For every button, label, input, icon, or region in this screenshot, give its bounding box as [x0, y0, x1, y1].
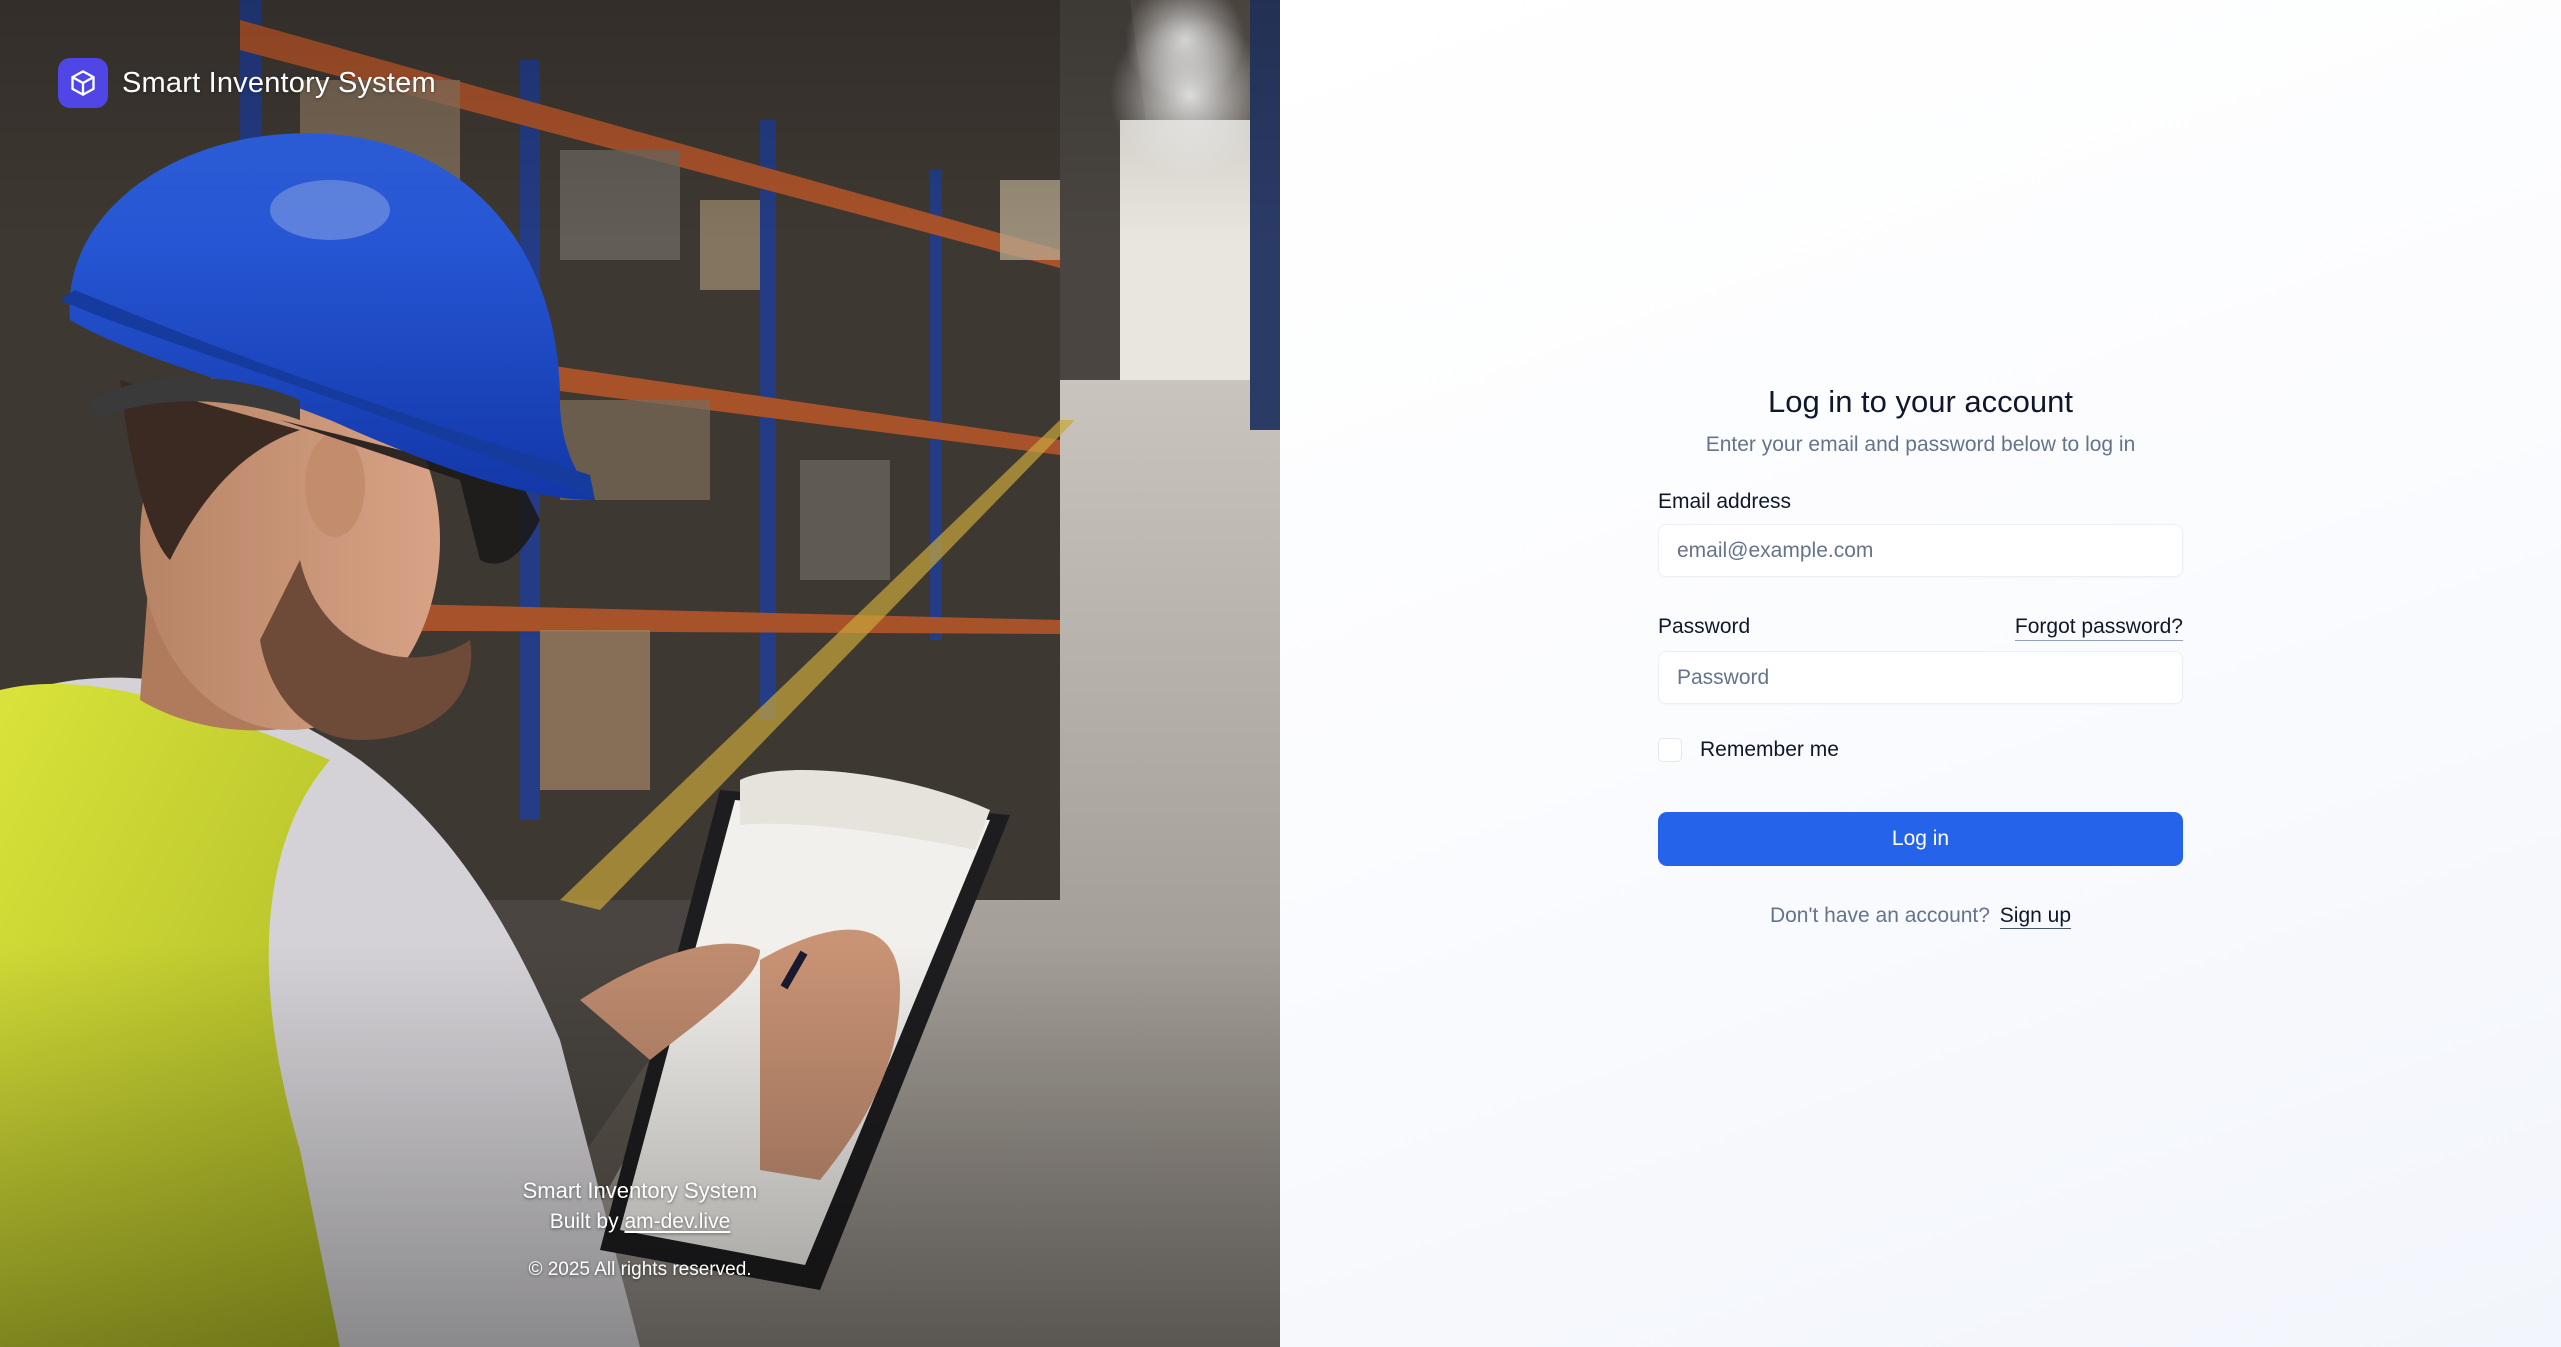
forgot-password-link[interactable]: Forgot password?	[2014, 615, 2183, 641]
remember-me-row[interactable]: Remember me	[1658, 738, 2183, 762]
brand-name: Smart Inventory System	[122, 66, 436, 99]
page-title: Log in to your account	[1767, 384, 2074, 419]
signup-prompt: Don't have an account?	[1769, 904, 1990, 927]
footer-app-name: Smart Inventory System	[522, 1178, 758, 1203]
cube-icon	[58, 58, 108, 108]
email-label: Email address	[1658, 490, 1792, 513]
footer-author-link[interactable]: am-dev.live	[624, 1210, 730, 1233]
hero-overlay	[0, 0, 1280, 1347]
page-subtitle: Enter your email and password below to l…	[1705, 433, 2136, 456]
footer-built-by: Built by am-dev.live	[0, 1207, 1280, 1237]
login-page: Smart Inventory System Smart Inventory S…	[0, 0, 2561, 1347]
hero-footer: Smart Inventory System Built by am-dev.l…	[0, 1175, 1280, 1283]
login-button[interactable]: Log in	[1658, 812, 2183, 866]
login-form: Log in to your account Enter your email …	[1658, 380, 2183, 929]
remember-me-checkbox[interactable]	[1658, 738, 1682, 762]
login-panel: Log in to your account Enter your email …	[1280, 0, 2561, 1347]
email-label-row: Email address	[1658, 490, 2183, 514]
footer-built-by-prefix: Built by	[549, 1210, 619, 1233]
footer-copyright: © 2025 All rights reserved.	[528, 1259, 752, 1280]
password-label: Password	[1658, 615, 1751, 638]
email-field[interactable]	[1658, 524, 2183, 577]
signup-row: Don't have an account? Sign up	[1658, 904, 2183, 929]
signup-link[interactable]: Sign up	[1999, 904, 2072, 929]
brand[interactable]: Smart Inventory System	[58, 58, 436, 108]
remember-me-label[interactable]: Remember me	[1700, 738, 1839, 762]
password-label-row: Password Forgot password?	[1658, 615, 2183, 641]
password-field[interactable]	[1658, 651, 2183, 704]
hero-panel: Smart Inventory System Smart Inventory S…	[0, 0, 1280, 1347]
